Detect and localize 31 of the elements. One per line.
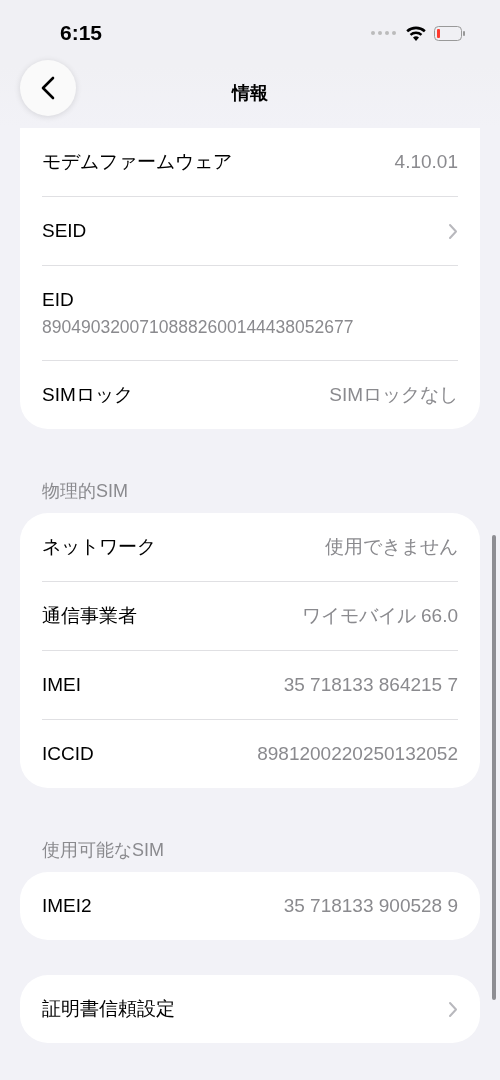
list-row[interactable]: 証明書信頼設定 <box>42 975 458 1043</box>
row-label: モデムファームウェア <box>42 150 233 174</box>
battery-icon <box>434 25 466 41</box>
chevron-icon <box>448 222 458 240</box>
row-label: ネットワーク <box>42 535 157 559</box>
row-label: ICCID <box>42 743 95 765</box>
row-value: 8981200220250132052 <box>257 743 458 765</box>
back-icon <box>41 76 55 100</box>
row-value: SIMロックなし <box>329 383 458 407</box>
clock: 6:15 <box>60 21 104 45</box>
list-row[interactable]: SEID <box>42 197 458 266</box>
row-label: IMEI2 <box>42 895 93 917</box>
row-label: 通信事業者 <box>42 604 138 628</box>
row-value: 35 718133 900528 9 <box>283 895 458 917</box>
row-label: SEID <box>42 220 88 242</box>
row-value: 35 718133 864215 7 <box>283 674 458 696</box>
row-value: 使用できません <box>325 535 458 559</box>
row-label: EID <box>42 288 74 311</box>
wifi-icon <box>406 25 426 41</box>
section-header: 使用可能なSIM <box>41 839 165 862</box>
row-value: 4.10.01 <box>394 151 458 173</box>
row-label: 証明書信頼設定 <box>42 997 176 1021</box>
row-label: SIMロック <box>42 383 134 407</box>
chevron-icon <box>448 1000 458 1018</box>
row-value: 89049032007108882600144438052677 <box>42 316 354 338</box>
back-button[interactable] <box>20 60 76 116</box>
section-header: 物理的SIM <box>41 480 129 503</box>
signal-icon <box>371 31 396 35</box>
row-label: IMEI <box>42 674 83 696</box>
page-title: 情報 <box>232 82 268 105</box>
row-value: ワイモバイル 66.0 <box>301 604 458 628</box>
